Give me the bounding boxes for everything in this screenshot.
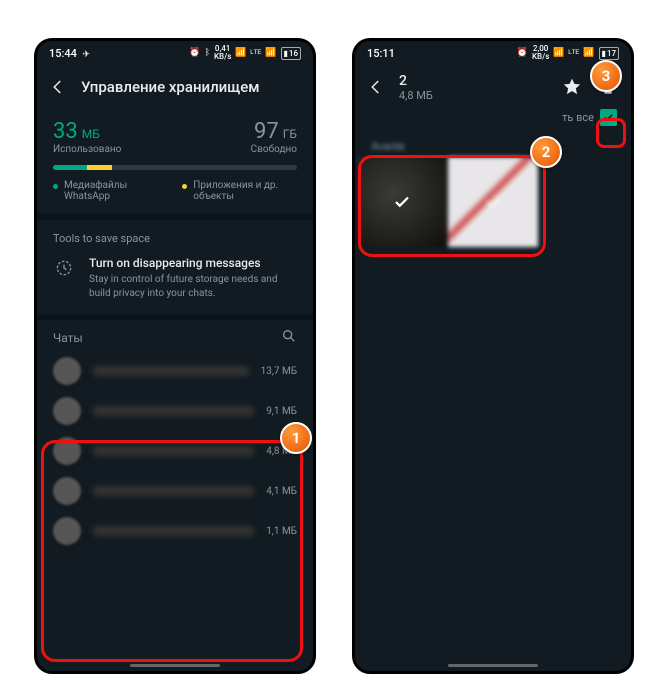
storage-used-label: Использовано [53,144,121,155]
alarm-icon: ⏰ [517,48,528,58]
chat-size: 1,1 МБ [266,526,297,537]
signal-icon: 📶 [583,48,594,58]
storage-free-label: Свободно [251,144,297,155]
chat-size: 13,7 МБ [261,366,297,377]
chat-list: 13,7 МБ 9,1 МБ 4,8 МБ 4,1 МБ 1,1 МБ [37,351,313,551]
timer-icon [53,257,75,279]
chat-row[interactable]: 4,8 МБ [37,431,313,471]
legend-dot-apps [182,184,187,189]
media-thumbnail-selected[interactable] [448,157,538,247]
storage-free-unit: ГБ [283,127,297,141]
disappearing-messages-row[interactable]: Turn on disappearing messages Stay in co… [37,253,313,314]
avatar [53,357,81,385]
avatar [53,437,81,465]
tools-section-title: Tools to save space [37,220,313,253]
avatar [53,517,81,545]
chats-header: Чаты [37,320,313,351]
telegram-icon: ✈ [82,50,90,60]
net-unit: KB/s [214,53,231,61]
search-icon[interactable] [281,328,297,347]
lte-icon: ᴸᵀᴱ [569,48,580,59]
tool-title: Turn on disappearing messages [89,255,297,271]
storage-bar-apps [87,165,111,170]
chat-row[interactable]: 13,7 МБ [37,351,313,391]
signal-icon: 📶 [553,48,564,58]
storage-used-unit: МБ [82,127,100,141]
signal-icon: 📶 [265,48,276,58]
storage-bar [53,165,297,170]
storage-free-value: 97 [254,119,279,144]
phone-storage-management: 15:44 ✈ ⏰ ᛒ 0,41 KB/s 📶 ᴸᵀᴱ 📶 ▮16 Управл… [34,38,316,674]
chat-name-blurred [93,446,254,456]
bluetooth-icon: ᛒ [205,48,210,58]
back-icon[interactable] [49,78,67,96]
home-indicator [130,664,220,667]
status-bar: 15:44 ✈ ⏰ ᛒ 0,41 KB/s 📶 ᴸᵀᴱ 📶 ▮16 [37,41,313,65]
media-thumbnail-selected[interactable] [357,157,447,247]
storage-used-value: 33 [53,119,78,144]
legend-apps: Приложения и др. объекты [193,180,297,202]
phone-selection-mode: 15:11 ⏰ 2,00 KB/s 📶 ᴸᵀᴱ 📶 ▮17 2 4,8 МБ [352,38,634,674]
status-time: 15:44 [49,47,77,60]
signal-icon: 📶 [235,48,246,58]
chat-size: 4,1 МБ [266,486,297,497]
legend-media: Медиафайлы WhatsApp [64,180,154,202]
page-title: Управление хранилищем [81,78,260,96]
home-indicator [448,664,538,667]
chat-name-blurred [93,366,249,376]
storage-summary: 33 МБ Использовано 97 ГБ Свободно [37,109,313,163]
select-all-label: ть все [562,111,594,124]
chat-size: 9,1 МБ [266,406,297,417]
selection-count: 2 [399,73,433,89]
legend-dot-media [53,184,58,189]
chat-name-blurred [93,406,254,416]
media-grid [355,157,631,247]
chat-size: 4,8 МБ [266,446,297,457]
storage-bar-media [53,165,87,170]
star-icon[interactable] [561,76,583,98]
tool-subtitle: Stay in control of future storage needs … [89,273,297,300]
chat-name-blurred [93,486,254,496]
status-bar: 15:11 ⏰ 2,00 KB/s 📶 ᴸᵀᴱ 📶 ▮17 [355,41,631,65]
chat-row[interactable]: 4,1 МБ [37,471,313,511]
avatar [53,397,81,425]
app-header: Управление хранилищем [37,65,313,109]
chats-title: Чаты [53,331,83,345]
back-icon[interactable] [367,78,385,96]
selection-header: 2 4,8 МБ [355,65,631,109]
status-time: 15:11 [367,47,395,60]
battery-indicator: ▮17 [599,47,620,60]
net-unit: KB/s [532,53,549,61]
chat-row[interactable]: 9,1 МБ [37,391,313,431]
select-all-row[interactable]: ть все [355,109,631,132]
delete-icon[interactable] [597,76,619,98]
battery-indicator: ▮16 [281,47,302,60]
alarm-icon: ⏰ [189,48,200,58]
chat-name-blurred [93,526,254,536]
selection-size: 4,8 МБ [399,89,433,102]
avatar [53,477,81,505]
chat-row[interactable]: 1,1 МБ [37,511,313,551]
select-all-checkbox[interactable] [600,109,617,126]
lte-icon: ᴸᵀᴱ [251,48,262,59]
section-label-blurred: Avante [355,132,631,157]
storage-legend: Медиафайлы WhatsApp Приложения и др. объ… [37,180,313,214]
